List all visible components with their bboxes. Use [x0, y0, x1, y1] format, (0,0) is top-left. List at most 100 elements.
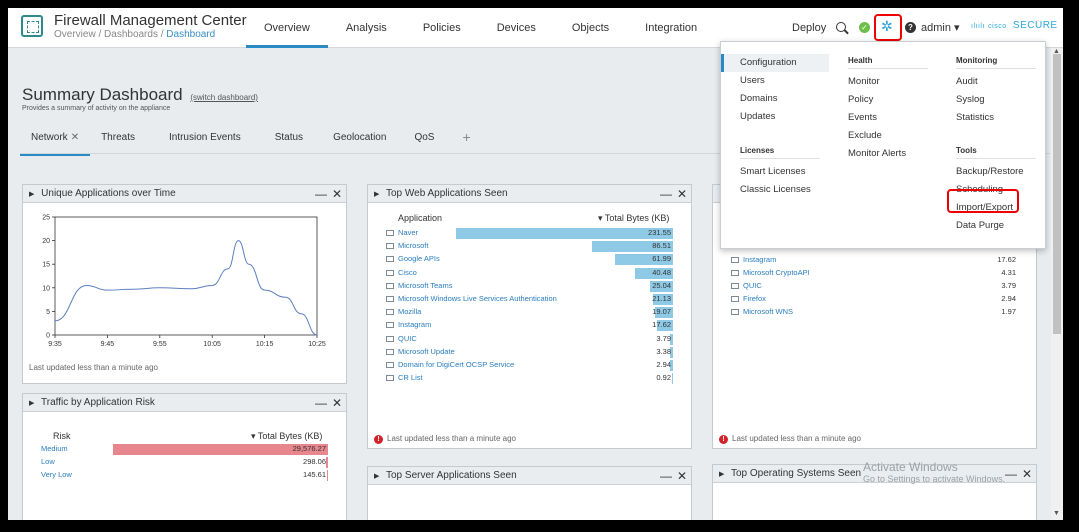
page-scrollbar[interactable]: ▲ ▼ [1051, 48, 1063, 520]
menu-item-monitor-alerts[interactable]: Monitor Alerts [848, 145, 928, 163]
close-icon[interactable]: ✕ [1022, 467, 1032, 481]
widget-header[interactable]: ▶ Traffic by Application Risk — ✕ [23, 394, 346, 412]
menu-item-users[interactable]: Users [740, 72, 829, 90]
table-row[interactable]: Google APIs 61.99 [386, 253, 673, 266]
menu-item-data-purge[interactable]: Data Purge [956, 217, 1036, 235]
close-icon[interactable]: ✕ [677, 187, 687, 201]
minimize-icon[interactable]: — [315, 187, 327, 201]
column-application[interactable]: Application [398, 213, 442, 223]
menu-item-classic-licenses[interactable]: Classic Licenses [740, 181, 820, 199]
menu-item-domains[interactable]: Domains [740, 90, 829, 108]
column-total-bytes[interactable]: ▾ Total Bytes (KB) [598, 213, 669, 224]
table-row[interactable]: Domain for DigiCert OCSP Service 2.94 [386, 359, 673, 371]
column-total-bytes[interactable]: ▾ Total Bytes (KB) [251, 431, 322, 442]
row-name-link[interactable]: Microsoft [386, 241, 428, 250]
menu-item-configuration[interactable]: Configuration [721, 54, 829, 72]
nav-objects[interactable]: Objects [554, 8, 627, 48]
widget-header[interactable]: ▶ Top Server Applications Seen — ✕ [368, 467, 691, 485]
nav-devices[interactable]: Devices [479, 8, 554, 48]
health-ok-icon[interactable]: ✓ [859, 22, 870, 33]
menu-item-events[interactable]: Events [848, 109, 928, 127]
close-icon[interactable]: ✕ [71, 132, 79, 143]
tab-status[interactable]: Status [264, 128, 314, 156]
scrollbar-thumb[interactable] [1053, 54, 1061, 334]
tab-qos[interactable]: QoS [403, 128, 445, 156]
tab-geolocation[interactable]: Geolocation [322, 128, 397, 156]
menu-item-policy[interactable]: Policy [848, 91, 928, 109]
table-row[interactable]: Naver 231.55 [386, 227, 673, 239]
row-name-link[interactable]: QUIC [731, 281, 762, 290]
table-row[interactable]: Instagram 17.62 [731, 254, 1018, 266]
row-name-link[interactable]: QUIC [386, 334, 417, 343]
user-menu[interactable]: admin ▾ [921, 21, 960, 34]
nav-policies[interactable]: Policies [405, 8, 479, 48]
table-row[interactable]: Microsoft Update 3.38 [386, 346, 673, 358]
switch-dashboard-link[interactable]: (switch dashboard) [190, 93, 258, 102]
row-name-link[interactable]: Very Low [41, 470, 72, 479]
nav-integration[interactable]: Integration [627, 8, 715, 48]
menu-item-backup-restore[interactable]: Backup/Restore [956, 163, 1036, 181]
tab-threats[interactable]: Threats [90, 128, 146, 156]
tab-network[interactable]: Network ✕ [20, 128, 91, 156]
menu-item-smart-licenses[interactable]: Smart Licenses [740, 163, 820, 181]
row-name-link[interactable]: Naver [386, 228, 418, 237]
row-name-link[interactable]: Microsoft CryptoAPI [731, 268, 810, 277]
menu-item-syslog[interactable]: Syslog [956, 91, 1036, 109]
fmc-logo-icon[interactable] [21, 15, 43, 37]
row-name-link[interactable]: Microsoft Windows Live Services Authenti… [386, 294, 557, 303]
row-name-link[interactable]: CR List [386, 373, 423, 382]
row-name-link[interactable]: Microsoft WNS [731, 307, 793, 316]
row-name-link[interactable]: Medium [41, 444, 68, 453]
minimize-icon[interactable]: — [1005, 467, 1017, 481]
collapse-triangle-icon[interactable]: ▶ [29, 191, 34, 198]
collapse-triangle-icon[interactable]: ▶ [29, 400, 34, 407]
table-row[interactable]: Low 298.06 [41, 456, 328, 468]
help-icon[interactable]: ? [905, 22, 916, 33]
collapse-triangle-icon[interactable]: ▶ [719, 471, 724, 478]
column-risk[interactable]: Risk [53, 431, 71, 441]
row-name-link[interactable]: Microsoft Teams [386, 281, 452, 290]
row-name-link[interactable]: Cisco [386, 268, 417, 277]
table-row[interactable]: Microsoft WNS 1.97 [731, 306, 1018, 318]
add-tab-icon[interactable]: + [451, 128, 481, 156]
row-name-link[interactable]: Instagram [731, 255, 776, 264]
table-row[interactable]: Very Low 145.61 [41, 469, 328, 481]
deploy-button[interactable]: Deploy [792, 22, 826, 34]
table-row[interactable]: QUIC 3.79 [731, 280, 1018, 292]
table-row[interactable]: Cisco 40.48 [386, 267, 673, 279]
menu-item-monitor[interactable]: Monitor [848, 73, 928, 91]
table-row[interactable]: Instagram 17.62 [386, 319, 673, 332]
tab-intrusion-events[interactable]: Intrusion Events [158, 128, 252, 156]
menu-item-audit[interactable]: Audit [956, 73, 1036, 91]
widget-header[interactable]: ▶ Top Web Applications Seen — ✕ [368, 185, 691, 203]
table-row[interactable]: Medium 29,576.27 [41, 443, 328, 455]
breadcrumb-dashboard[interactable]: Dashboard [166, 29, 215, 40]
table-row[interactable]: CR List 0.92 [386, 372, 673, 385]
breadcrumb-dashboards[interactable]: Dashboards [104, 29, 158, 40]
close-icon[interactable]: ✕ [677, 469, 687, 483]
gear-icon[interactable]: ✲ [881, 18, 893, 35]
row-name-link[interactable]: Low [41, 457, 55, 466]
row-name-link[interactable]: Microsoft Update [386, 347, 455, 356]
search-icon[interactable] [836, 22, 846, 32]
table-row[interactable]: Microsoft 86.51 [386, 240, 673, 253]
row-name-link[interactable]: Mozilla [386, 307, 421, 316]
minimize-icon[interactable]: — [660, 187, 672, 201]
row-name-link[interactable]: Instagram [386, 320, 431, 329]
scroll-down-arrow-icon[interactable]: ▼ [1053, 510, 1060, 517]
table-row[interactable]: Mozilla 19.07 [386, 306, 673, 319]
nav-overview[interactable]: Overview [246, 8, 328, 48]
menu-item-exclude[interactable]: Exclude [848, 127, 928, 145]
minimize-icon[interactable]: — [315, 396, 327, 410]
collapse-triangle-icon[interactable]: ▶ [374, 191, 379, 198]
table-row[interactable]: Microsoft Teams 25.04 [386, 280, 673, 292]
collapse-triangle-icon[interactable]: ▶ [374, 473, 379, 480]
close-icon[interactable]: ✕ [332, 396, 342, 410]
table-row[interactable]: Microsoft CryptoAPI 4.31 [731, 267, 1018, 279]
table-row[interactable]: QUIC 3.79 [386, 333, 673, 345]
minimize-icon[interactable]: — [660, 469, 672, 483]
table-row[interactable]: Microsoft Windows Live Services Authenti… [386, 293, 673, 305]
menu-item-updates[interactable]: Updates [740, 108, 829, 126]
close-icon[interactable]: ✕ [332, 187, 342, 201]
row-name-link[interactable]: Google APIs [386, 254, 440, 263]
